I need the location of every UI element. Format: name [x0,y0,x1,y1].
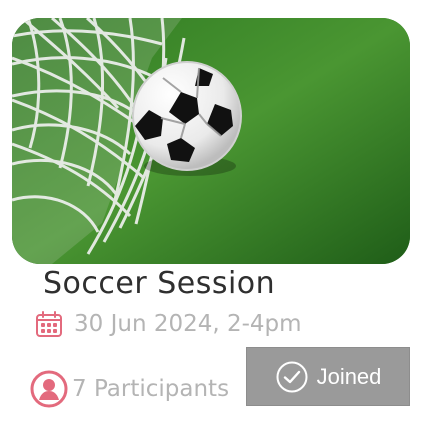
participants-count: 7 Participants [72,376,230,402]
event-hero-image [12,18,410,264]
event-date-row: 30 Jun 2024, 2-4pm [34,309,302,339]
event-title: Soccer Session [43,266,276,301]
event-date-text: 30 Jun 2024, 2-4pm [74,311,302,337]
check-circle-icon [275,360,309,394]
participants-row: 7 Participants [30,370,229,408]
joined-status-button[interactable]: Joined [246,347,410,406]
joined-button-label: Joined [316,363,382,389]
user-avatar-icon [30,370,68,408]
soccer-goal-image [12,18,410,264]
event-card: Soccer Session 30 Jun 2024, 2-4pm 7 Part… [0,0,428,424]
calendar-icon [34,309,64,339]
